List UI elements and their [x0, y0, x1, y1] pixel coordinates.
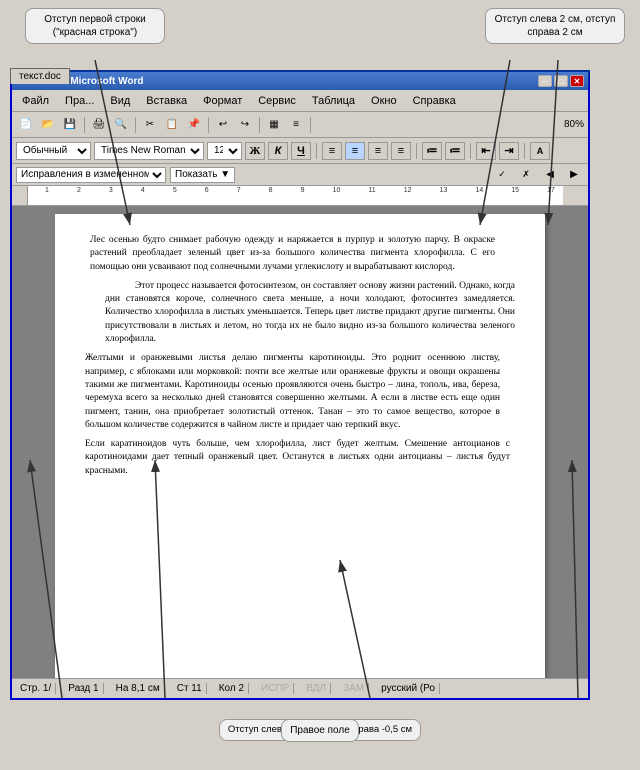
paste-button[interactable]: 📌	[184, 115, 204, 135]
paragraph-4: Если каратиноидов чуть больше, чем хлоро…	[85, 438, 510, 478]
open-button[interactable]: 📂	[38, 115, 58, 135]
bottom-labels: Левое поле Выступ первой строки ("висяча…	[0, 695, 640, 765]
save-button[interactable]: 💾	[60, 115, 80, 135]
menu-table[interactable]: Таблица	[306, 93, 361, 109]
word-window: текст.doc - Microsoft Word ─ □ ✕ Файл Пр…	[10, 70, 590, 700]
paragraph-2: Этот процесс называется фотосинтезом, он…	[105, 280, 515, 346]
italic-button[interactable]: К	[268, 142, 288, 160]
paragraph-3: Желтыми и оранжевыми листья делаю пигмен…	[85, 352, 500, 432]
menu-bar: Файл Пра... Вид Вставка Формат Сервис Та…	[12, 90, 588, 112]
annotation-first-line-indent: Отступ первой строки ("красная строка")	[25, 8, 165, 44]
style-dropdown[interactable]: Обычный	[16, 142, 91, 160]
new-button[interactable]: 📄	[16, 115, 36, 135]
fmt-sep3	[470, 143, 471, 159]
font-dropdown[interactable]: Times New Roman	[94, 142, 204, 160]
decrease-indent-button[interactable]: ⇤	[476, 142, 496, 160]
menu-insert[interactable]: Вставка	[140, 93, 193, 109]
minimize-button[interactable]: ─	[538, 75, 552, 87]
status-track: ИСПР	[257, 683, 294, 694]
undo-button[interactable]: ↩	[213, 115, 233, 135]
status-line: Ст 11	[173, 683, 207, 694]
show-button[interactable]: Показать ▼	[170, 167, 235, 183]
annotation-right-margin: Правое поле	[281, 719, 359, 742]
status-select: ВДЛ	[302, 683, 331, 694]
menu-file[interactable]: Файл	[16, 93, 55, 109]
document-page: Лес осенью будто снимает рабочую одежду …	[55, 214, 545, 678]
status-page: Стр. 1/	[16, 683, 56, 694]
track-changes-bar: Исправления в измененном документе Показ…	[12, 164, 588, 186]
accept-change-button[interactable]: ✓	[492, 165, 512, 185]
menu-help[interactable]: Справка	[407, 93, 462, 109]
paragraph-1: Лес осенью будто снимает рабочую одежду …	[90, 234, 495, 274]
status-replace: ЗАМ	[339, 683, 369, 694]
align-left-button[interactable]: ≡	[322, 142, 342, 160]
toolbar-sep2	[135, 117, 136, 133]
menu-tools[interactable]: Сервис	[252, 93, 302, 109]
document-tab[interactable]: текст.doc	[10, 68, 70, 84]
fmt-sep2	[416, 143, 417, 159]
align-justify-button[interactable]: ≡	[391, 142, 411, 160]
status-lang: русский (Ро	[377, 683, 440, 694]
menu-view[interactable]: Вид	[104, 93, 136, 109]
maximize-button[interactable]: □	[554, 75, 568, 87]
menu-format[interactable]: Формат	[197, 93, 248, 109]
copy-button[interactable]: 📋	[162, 115, 182, 135]
menu-window[interactable]: Окно	[365, 93, 403, 109]
status-col: Кол 2	[215, 683, 249, 694]
track-changes-dropdown[interactable]: Исправления в измененном документе	[16, 167, 166, 183]
zoom-value: 80%	[564, 119, 584, 130]
fmt-sep1	[316, 143, 317, 159]
highlight-button[interactable]: A	[530, 142, 550, 160]
ruler-numbers: 1 2 3 4 5 6 7 8 9 10 11 12 13 14 15 17	[43, 186, 557, 195]
ruler-content: 1 2 3 4 5 6 7 8 9 10 11 12 13 14 15 17	[27, 186, 573, 205]
ruler: 1 2 3 4 5 6 7 8 9 10 11 12 13 14 15 17	[12, 186, 588, 206]
window-controls: ─ □ ✕	[538, 75, 584, 87]
underline-button[interactable]: Ч	[291, 142, 311, 160]
print-button[interactable]: 🖨	[89, 115, 109, 135]
reject-change-button[interactable]: ✗	[516, 165, 536, 185]
preview-button[interactable]: 🔍	[111, 115, 131, 135]
standard-toolbar: 📄 📂 💾 🖨 🔍 ✂ 📋 📌 ↩ ↪ ▦ ≡ 80%	[12, 112, 588, 138]
document-area[interactable]: Лес осенью будто снимает рабочую одежду …	[12, 206, 588, 678]
tab-label: текст.doc	[19, 71, 61, 82]
bullet-list-button[interactable]: ≔	[422, 142, 442, 160]
toolbar-sep5	[310, 117, 311, 133]
fmt-sep4	[524, 143, 525, 159]
close-button[interactable]: ✕	[570, 75, 584, 87]
next-change-button[interactable]: ▶	[564, 165, 584, 185]
bold-button[interactable]: Ж	[245, 142, 265, 160]
annotation-left-right-indent: Отступ слева 2 см, отступ справа 2 см	[485, 8, 625, 44]
align-right-button[interactable]: ≡	[368, 142, 388, 160]
number-list-button[interactable]: ≔	[445, 142, 465, 160]
toolbar-sep1	[84, 117, 85, 133]
toolbar-sep3	[208, 117, 209, 133]
size-dropdown[interactable]: 12	[207, 142, 242, 160]
format-toolbar: Обычный Times New Roman 12 Ж К Ч ≡ ≡ ≡ ≡…	[12, 138, 588, 164]
cut-button[interactable]: ✂	[140, 115, 160, 135]
title-bar: текст.doc - Microsoft Word ─ □ ✕	[12, 72, 588, 90]
toolbar-sep4	[259, 117, 260, 133]
ruler-right-margin	[563, 186, 588, 205]
columns-button[interactable]: ≡	[286, 115, 306, 135]
status-section: Разд 1	[64, 683, 103, 694]
status-position: На 8,1 см	[112, 683, 165, 694]
table-button[interactable]: ▦	[264, 115, 284, 135]
prev-change-button[interactable]: ◀	[540, 165, 560, 185]
menu-edit[interactable]: Пра...	[59, 93, 100, 109]
align-center-button[interactable]: ≡	[345, 142, 365, 160]
increase-indent-button[interactable]: ⇥	[499, 142, 519, 160]
redo-button[interactable]: ↪	[235, 115, 255, 135]
